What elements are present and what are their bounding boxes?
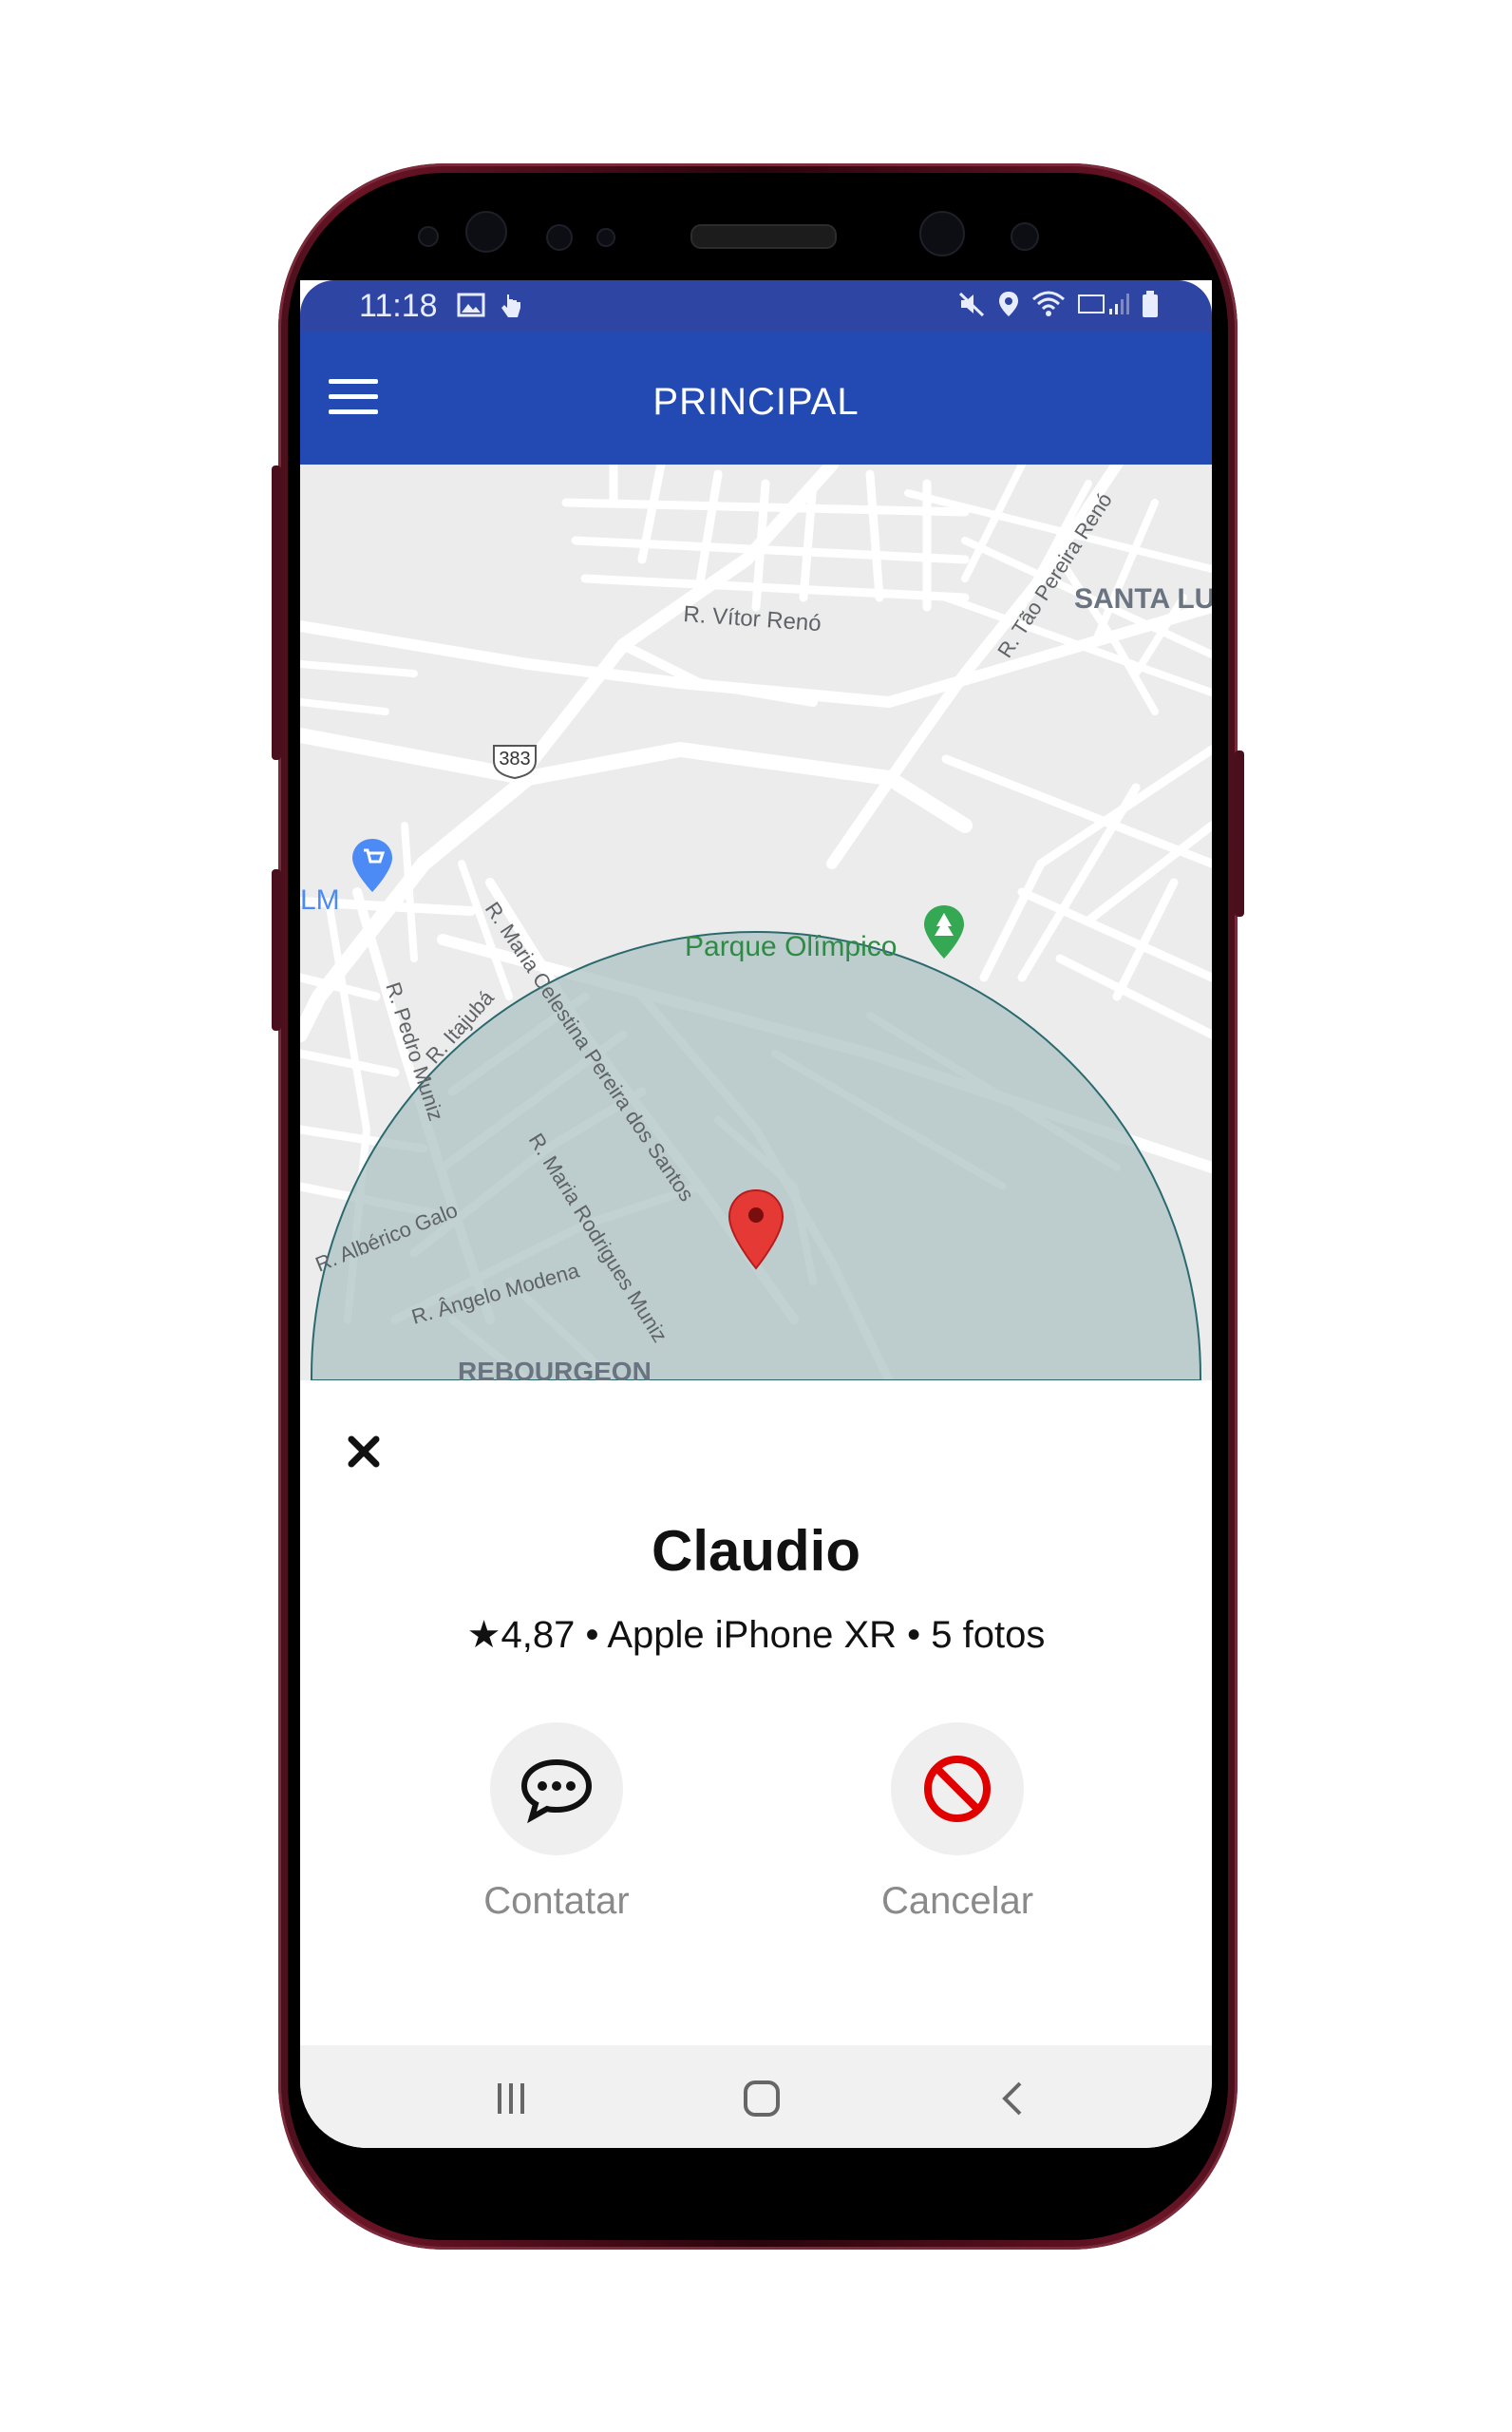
sensor-dot [546, 224, 573, 251]
map-canvas[interactable]: 383 R. Vítor Renó R. Tão Pereira Renó SA… [300, 465, 1212, 1380]
volte-signal-icon [1078, 294, 1129, 314]
iris-sensor [465, 211, 507, 253]
sensor-dot [418, 226, 439, 247]
svg-text:383: 383 [499, 749, 530, 770]
mute-icon [958, 292, 985, 317]
system-nav-bar [300, 2045, 1212, 2148]
map-label: REBOURGEON [458, 1357, 652, 1380]
driver-info: ★4,87 • Apple iPhone XR • 5 fotos [466, 1614, 1046, 1656]
battery-icon [1143, 291, 1158, 317]
driver-sheet: Claudio ★4,87 • Apple iPhone XR • 5 foto… [300, 1380, 1212, 2045]
bixby-button [272, 869, 281, 1031]
sensor-dot [596, 228, 615, 247]
close-icon[interactable] [340, 1428, 387, 1475]
contact-label: Contatar [483, 1880, 630, 1922]
earpiece-speaker [690, 224, 837, 249]
iris-camera [1011, 222, 1039, 251]
gallery-icon [457, 293, 485, 317]
status-time: 11:18 [359, 288, 438, 324]
touch-icon [501, 294, 520, 317]
map-label: SANTA LU [1074, 583, 1212, 615]
cancel-button[interactable]: Cancelar [843, 1722, 1071, 1923]
chat-icon [520, 1758, 593, 1823]
page-title: PRINCIPAL [652, 381, 860, 423]
map-label: Parque Olímpico [685, 931, 897, 962]
cancel-icon [924, 1756, 991, 1822]
status-bar: 11:18 [300, 280, 1212, 332]
cancel-circle[interactable] [891, 1722, 1024, 1855]
contact-circle[interactable] [490, 1722, 623, 1855]
front-camera [919, 211, 965, 256]
power-button [1235, 750, 1244, 917]
route-shield: 383 [493, 745, 537, 780]
contact-button[interactable]: Contatar [443, 1722, 671, 1923]
volume-button [272, 466, 281, 760]
cancel-label: Cancelar [880, 1880, 1034, 1922]
driver-name: Claudio [652, 1519, 860, 1583]
wifi-icon [1032, 291, 1065, 316]
app-bar: PRINCIPAL [300, 332, 1212, 465]
recents-icon[interactable] [482, 2078, 539, 2119]
home-icon[interactable] [733, 2078, 790, 2119]
location-icon [999, 292, 1018, 316]
back-icon[interactable] [984, 2078, 1041, 2119]
map-view[interactable]: 383 R. Vítor Renó R. Tão Pereira Renó SA… [300, 465, 1212, 1380]
map-label: LM [300, 884, 340, 916]
phone-screen: 11:18 PRINCIPAL 383 R. Vítor Renó R. Tão… [300, 280, 1212, 2148]
